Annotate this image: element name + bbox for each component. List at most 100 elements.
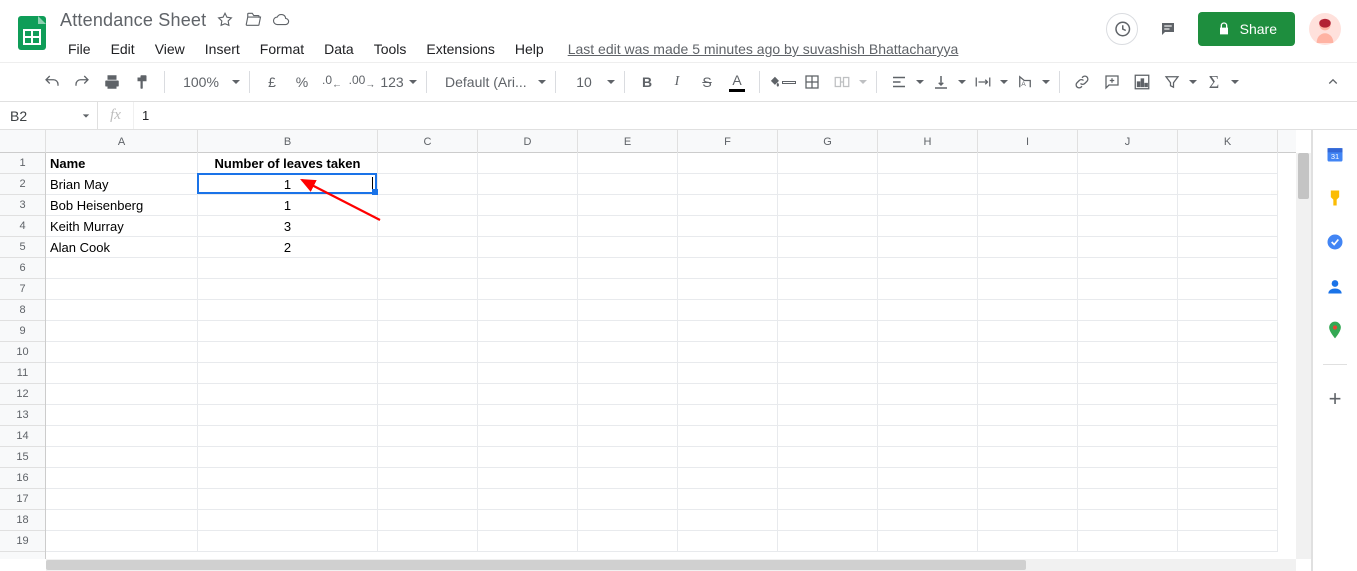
cell[interactable] xyxy=(978,321,1078,342)
calendar-icon[interactable]: 31 xyxy=(1325,144,1345,164)
text-color-button[interactable]: A xyxy=(723,68,751,96)
cell[interactable] xyxy=(678,237,778,258)
row-header[interactable]: 10 xyxy=(0,342,45,363)
cell[interactable] xyxy=(878,489,978,510)
cell[interactable] xyxy=(46,531,198,552)
cell[interactable]: 2 xyxy=(198,237,378,258)
cell[interactable] xyxy=(198,300,378,321)
row-header[interactable]: 16 xyxy=(0,468,45,489)
link-button[interactable] xyxy=(1068,68,1096,96)
cell[interactable] xyxy=(978,174,1078,195)
more-formats-button[interactable]: 123 xyxy=(378,68,406,96)
cell[interactable] xyxy=(378,363,478,384)
cell[interactable] xyxy=(198,510,378,531)
column-header[interactable]: B xyxy=(198,130,378,153)
halign-arrow[interactable] xyxy=(915,68,925,96)
cell[interactable] xyxy=(878,426,978,447)
cell[interactable] xyxy=(1078,237,1178,258)
cell[interactable] xyxy=(378,300,478,321)
doc-title[interactable]: Attendance Sheet xyxy=(60,10,206,31)
cell[interactable] xyxy=(378,384,478,405)
cell[interactable] xyxy=(46,258,198,279)
cell[interactable] xyxy=(1078,468,1178,489)
cell[interactable] xyxy=(778,447,878,468)
cell[interactable] xyxy=(778,300,878,321)
cell[interactable] xyxy=(198,363,378,384)
cell[interactable] xyxy=(1178,384,1278,405)
font-size-arrow[interactable] xyxy=(606,68,616,96)
cell[interactable] xyxy=(678,258,778,279)
cell[interactable] xyxy=(198,258,378,279)
cell[interactable]: 1 xyxy=(198,174,378,195)
cell[interactable] xyxy=(678,342,778,363)
italic-button[interactable]: I xyxy=(663,68,691,96)
row-header[interactable]: 8 xyxy=(0,300,45,321)
cell[interactable] xyxy=(46,405,198,426)
cell[interactable] xyxy=(578,321,678,342)
column-header[interactable]: F xyxy=(678,130,778,153)
cell[interactable] xyxy=(478,195,578,216)
cell[interactable] xyxy=(578,468,678,489)
percent-button[interactable]: % xyxy=(288,68,316,96)
cell[interactable] xyxy=(878,258,978,279)
cell[interactable] xyxy=(1178,489,1278,510)
cell[interactable] xyxy=(378,153,478,174)
cell[interactable] xyxy=(678,489,778,510)
row-header[interactable]: 2 xyxy=(0,174,45,195)
cell[interactable] xyxy=(878,195,978,216)
cell[interactable] xyxy=(478,279,578,300)
cell[interactable] xyxy=(578,489,678,510)
paint-format-button[interactable] xyxy=(128,68,156,96)
menu-edit[interactable]: Edit xyxy=(103,39,143,59)
row-header[interactable]: 17 xyxy=(0,489,45,510)
cell[interactable] xyxy=(878,510,978,531)
cell[interactable] xyxy=(578,258,678,279)
cell[interactable] xyxy=(478,342,578,363)
cell[interactable] xyxy=(578,510,678,531)
cell[interactable] xyxy=(878,174,978,195)
cell[interactable] xyxy=(46,342,198,363)
row-header[interactable]: 4 xyxy=(0,216,45,237)
cell[interactable] xyxy=(578,237,678,258)
select-all-corner[interactable] xyxy=(0,130,46,153)
cell[interactable] xyxy=(978,489,1078,510)
bold-button[interactable]: B xyxy=(633,68,661,96)
cell[interactable] xyxy=(198,447,378,468)
cell[interactable] xyxy=(678,510,778,531)
redo-button[interactable] xyxy=(68,68,96,96)
cell[interactable] xyxy=(1078,363,1178,384)
cell[interactable] xyxy=(878,279,978,300)
cell[interactable] xyxy=(878,531,978,552)
cell[interactable] xyxy=(478,153,578,174)
cell[interactable] xyxy=(46,447,198,468)
cell[interactable] xyxy=(678,468,778,489)
cell[interactable] xyxy=(1178,447,1278,468)
cell[interactable] xyxy=(1078,510,1178,531)
cell[interactable] xyxy=(1178,237,1278,258)
strike-button[interactable]: S xyxy=(693,68,721,96)
cell[interactable] xyxy=(778,489,878,510)
row-header[interactable]: 14 xyxy=(0,426,45,447)
cell[interactable] xyxy=(778,363,878,384)
cell[interactable] xyxy=(778,468,878,489)
column-header[interactable]: J xyxy=(1078,130,1178,153)
cell[interactable] xyxy=(678,174,778,195)
cell[interactable] xyxy=(578,384,678,405)
cell[interactable] xyxy=(478,258,578,279)
cell[interactable] xyxy=(578,531,678,552)
print-button[interactable] xyxy=(98,68,126,96)
menu-insert[interactable]: Insert xyxy=(197,39,248,59)
cell[interactable] xyxy=(46,279,198,300)
cell[interactable] xyxy=(778,216,878,237)
cell[interactable] xyxy=(1078,258,1178,279)
cell[interactable] xyxy=(1178,468,1278,489)
cell[interactable] xyxy=(978,300,1078,321)
cell[interactable] xyxy=(978,468,1078,489)
functions-arrow[interactable] xyxy=(1230,68,1240,96)
cell[interactable] xyxy=(678,447,778,468)
cell[interactable] xyxy=(46,510,198,531)
cell[interactable] xyxy=(1078,321,1178,342)
cell[interactable] xyxy=(878,363,978,384)
cell[interactable] xyxy=(198,468,378,489)
cell[interactable] xyxy=(1178,342,1278,363)
